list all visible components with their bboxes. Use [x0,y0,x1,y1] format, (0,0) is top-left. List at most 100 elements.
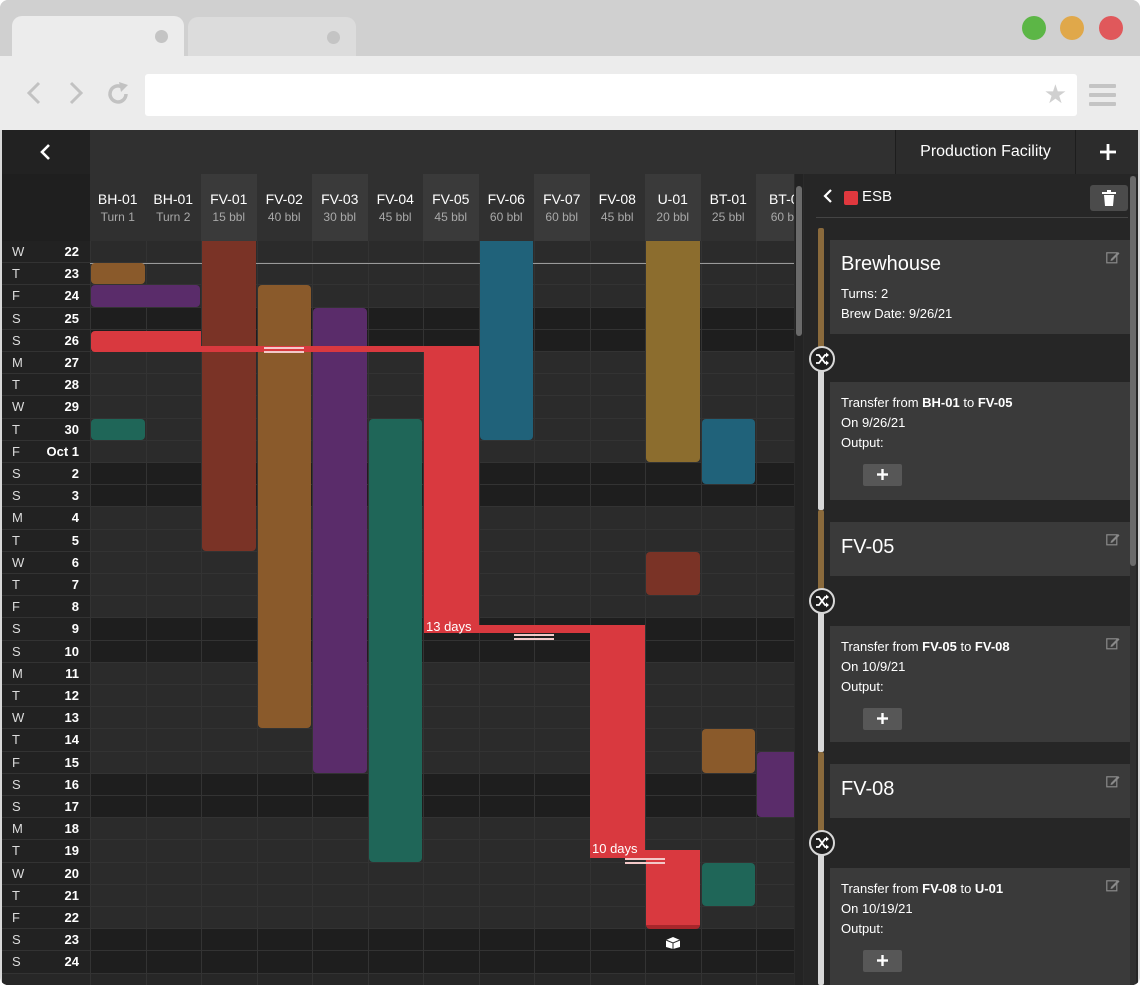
edit-icon[interactable] [1106,878,1120,892]
batch-bar[interactable] [646,241,700,462]
esb-fv05-bar[interactable] [424,346,479,633]
vessel-header-fv-02[interactable]: FV-02 40 bbl [256,174,312,241]
browser-tab-active[interactable] [12,16,184,56]
batch-bar[interactable] [701,418,755,485]
tab-close-icon[interactable] [155,30,168,43]
bookmark-star-icon[interactable]: ★ [1044,81,1067,109]
grid-vertical-scrollbar[interactable] [795,174,803,985]
batch-bar[interactable] [368,418,422,862]
grid-vertical-scroll-thumb[interactable] [796,186,802,336]
transfer-2-prefix: Transfer from [841,639,923,654]
duration-label: 13 days [426,619,472,634]
edit-icon[interactable] [1106,636,1120,650]
top-bar-back-area [2,130,90,174]
package-icon[interactable] [665,937,681,949]
window-maximize-button[interactable] [1022,16,1046,40]
batch-bar[interactable] [701,729,755,773]
vessel-header-fv-01[interactable]: FV-01 15 bbl [201,174,257,241]
shuffle-icon [816,352,829,366]
transfer-marker[interactable] [625,858,665,864]
app-top-bar: Production Facility [2,130,1138,174]
panel-vertical-scrollbar[interactable] [1130,176,1136,985]
add-output-button[interactable] [863,708,902,730]
brewhouse-turns: Turns: 2 [841,286,889,301]
browser-forward-icon[interactable] [62,80,88,106]
vessel-capacity: 30 bbl [323,210,357,224]
browser-tab-inactive[interactable] [188,17,356,57]
panel-scroll-thumb[interactable] [1130,176,1136,566]
timeline-transfer-segment [818,360,824,510]
vessel-header-fv-08[interactable]: FV-08 45 bbl [589,174,645,241]
plus-icon [877,713,888,724]
browser-toolbar: ★ [0,56,1140,130]
vessel-header-fv-03[interactable]: FV-03 30 bbl [312,174,368,241]
batch-bar[interactable] [646,551,700,596]
production-facility-button[interactable]: Production Facility [895,130,1075,174]
hamburger-menu-icon[interactable] [1089,84,1116,106]
browser-tab-strip [0,0,1140,57]
batch-bar[interactable] [701,862,755,906]
trash-icon [1102,190,1116,206]
transfer-node[interactable] [809,346,835,372]
transfer-marker[interactable] [514,634,554,640]
batch-bar[interactable] [479,241,533,440]
vessel-header-bt-0[interactable]: BT-0 60 bl [756,174,794,241]
esb-brewhouse-bar[interactable] [91,331,201,352]
vessel-header-fv-07[interactable]: FV-07 60 bbl [534,174,590,241]
transfer-node[interactable] [809,588,835,614]
vessel-name: BH-01 [153,191,194,207]
tab-close-icon[interactable] [327,31,340,44]
recipe-color-swatch [844,191,858,205]
vessel-header-fv-06[interactable]: FV-06 60 bbl [478,174,534,241]
window-minimize-button[interactable] [1060,16,1084,40]
transfer-marker[interactable] [264,347,304,353]
vessel-header-bh-01[interactable]: BH-01 Turn 2 [145,174,201,241]
shuffle-icon [816,594,829,608]
batch-bar[interactable] [757,751,794,818]
timeline-brewhouse-segment [818,228,824,360]
vessel-header-fv-05[interactable]: FV-05 45 bbl [423,174,479,241]
transfer-1-date: On 9/26/21 [841,415,906,430]
edit-icon[interactable] [1106,774,1120,788]
brewhouse-card[interactable]: Brewhouse Turns: 2 Brew Date: 9/26/21 [830,240,1130,334]
add-output-button[interactable] [863,950,902,972]
add-output-button[interactable] [863,464,902,486]
esb-fv08-bar[interactable] [590,625,645,858]
fv08-title: FV-08 [841,778,895,800]
batch-bar[interactable] [91,285,200,307]
vessel-header-fv-04[interactable]: FV-04 45 bbl [367,174,423,241]
fv08-card[interactable]: FV-08 [830,764,1130,818]
address-bar[interactable]: ★ [145,74,1077,116]
browser-reload-icon[interactable] [104,80,130,106]
vessel-header-u-01[interactable]: U-01 20 bbl [645,174,701,241]
edit-icon[interactable] [1106,532,1120,546]
browser-back-icon[interactable] [22,80,48,106]
transfer-3-mid: to [956,881,975,896]
batch-bar[interactable] [313,307,367,773]
batch-bar[interactable] [91,263,145,285]
add-button[interactable] [1075,130,1138,174]
production-app: Production Facility W 22 T 23 F 24 S 25 S 26 M 27 T 2… [2,130,1138,985]
vessel-header-bt-01[interactable]: BT-01 25 bbl [700,174,756,241]
vessel-capacity: 25 bbl [711,210,745,224]
transfer-1-prefix: Transfer from [841,395,923,410]
transfer-1-to: FV-05 [977,395,1013,410]
transfer-node[interactable] [809,830,835,856]
back-button[interactable] [36,141,56,163]
vessel-capacity: 40 bbl [267,210,301,224]
delete-batch-button[interactable] [1090,185,1128,211]
panel-back-button[interactable] [822,188,834,209]
vessel-capacity: 20 bbl [656,210,690,224]
transfer-card-1[interactable]: Transfer from BH-01 to FV-05 On 9/26/21 … [830,382,1130,500]
recipe-name: ESB [862,188,893,205]
vessel-capacity: Turn 2 [156,210,191,224]
transfer-2-to: FV-08 [974,639,1010,654]
transfer-card-2[interactable]: Transfer from FV-05 to FV-08 On 10/9/21 … [830,626,1130,742]
window-close-button[interactable] [1099,16,1123,40]
batch-bar[interactable] [202,241,256,551]
fv05-card[interactable]: FV-05 [830,522,1130,576]
batch-bar[interactable] [91,418,145,440]
transfer-card-3[interactable]: Transfer from FV-08 to U-01 On 10/19/21 … [830,868,1130,985]
edit-icon[interactable] [1106,250,1120,264]
vessel-header-bh-01[interactable]: BH-01 Turn 1 [90,174,146,241]
